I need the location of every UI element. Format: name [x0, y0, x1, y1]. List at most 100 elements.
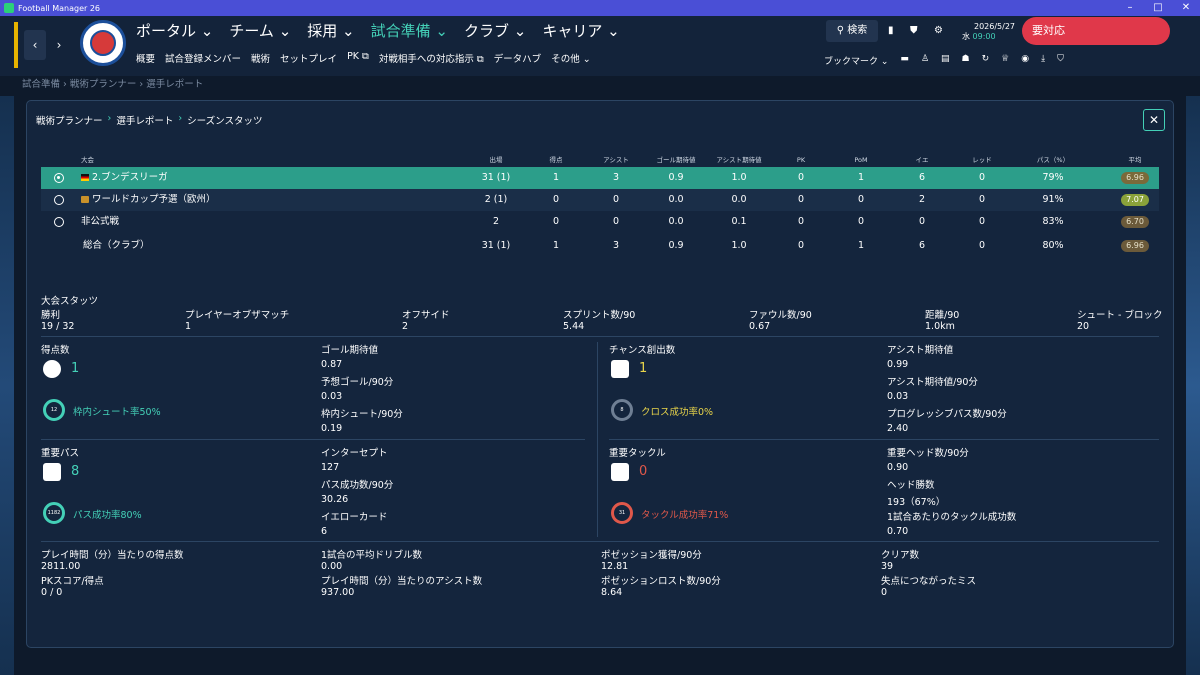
cell-assists: 0: [612, 194, 620, 205]
stat-value: 1: [185, 321, 192, 332]
download-icon[interactable]: ⤓: [1041, 54, 1045, 67]
block-value: 1: [71, 361, 80, 376]
row-radio[interactable]: [54, 173, 64, 183]
action-required-button[interactable]: 要対応: [1022, 17, 1170, 45]
divider: [597, 342, 598, 537]
cell-yellow: 6: [918, 240, 926, 251]
close-window-icon[interactable]: ✕: [1172, 0, 1200, 16]
forward-button[interactable]: ›: [48, 30, 70, 60]
divider: [41, 336, 1159, 337]
stat-value: 2811.00: [41, 561, 81, 572]
subnav-datahub[interactable]: データハブ: [494, 51, 542, 65]
crumb-player-report[interactable]: 選手レポート: [146, 79, 203, 90]
row-radio[interactable]: [54, 217, 64, 227]
bookmark-dropdown[interactable]: ブックマーク ⌄: [824, 54, 888, 67]
maximize-icon[interactable]: □: [1144, 0, 1172, 16]
panel-crumb-season-stats: シーズンスタッツ: [187, 116, 263, 127]
stat-value: 12.81: [601, 561, 629, 572]
competition-name: ワールドカップ予選（欧州）: [81, 189, 216, 211]
table-row[interactable]: 非公式戦 2 0 0 0.0 0.1 0 0 0 0 83% 6.70: [41, 211, 1159, 233]
rate-label: 枠内シュート率50%: [73, 407, 161, 418]
club-crest[interactable]: [80, 20, 126, 66]
table-row[interactable]: ワールドカップ予選（欧州） 2 (1) 0 0 0.0 0.0 0 0 2 0 91% 7.07: [41, 189, 1159, 211]
rate-ring: 1182: [43, 502, 65, 524]
back-button[interactable]: ‹: [24, 30, 46, 60]
cell-yellow: 6: [918, 172, 926, 183]
subnav-setpieces[interactable]: セットプレイ: [280, 51, 337, 65]
table-row[interactable]: 2.ブンデスリーガ 31 (1) 1 3 0.9 1.0 0 1 6 0 79% 6.96: [41, 167, 1159, 189]
window-titlebar: Football Manager 26 – □ ✕: [0, 0, 1200, 16]
shield-icon[interactable]: ⛊: [910, 25, 918, 36]
block-value: 8: [71, 464, 80, 479]
stat-label: アシスト期待値/90分: [887, 377, 978, 388]
subnav-pk[interactable]: PK ⧉: [347, 51, 369, 65]
message-icon[interactable]: ▬: [900, 54, 909, 67]
cell-pom: 0: [857, 194, 865, 205]
subnav-tactics[interactable]: 戦術: [251, 51, 270, 65]
competition-stat: ファウル数/90 0.67: [749, 307, 812, 332]
cell-goals: 0: [552, 194, 560, 205]
block-stat: 枠内シュート/90分 0.19: [321, 406, 403, 434]
shirt-icon[interactable]: ♙: [921, 54, 929, 67]
close-panel-button[interactable]: ✕: [1143, 109, 1165, 131]
divider: [41, 541, 1159, 542]
cell-xg: 0.9: [668, 172, 684, 183]
stat-label: イエローカード: [321, 512, 388, 523]
nav-career[interactable]: キャリア ⌄: [542, 20, 619, 41]
stat-value: 2: [402, 321, 409, 332]
tackle-icon: [611, 463, 629, 481]
germany-flag-icon: [81, 174, 89, 181]
crumb-tactics-planner[interactable]: 戦術プランナー: [70, 79, 137, 90]
bookmark-icon[interactable]: ▮: [888, 25, 894, 36]
date: 2026/5/27: [974, 22, 1016, 31]
nav-team[interactable]: チーム ⌄: [229, 20, 291, 41]
row-radio[interactable]: [54, 195, 64, 205]
subnav-squad[interactable]: 試合登録メンバー: [165, 51, 241, 65]
nav-match-prep[interactable]: 試合準備 ⌄: [371, 20, 448, 41]
average-rating-badge: 6.96: [1121, 172, 1149, 184]
cell-apps: 2 (1): [484, 194, 508, 205]
stat-label: ファウル数/90: [749, 310, 812, 321]
block-stat: パス成功数/90分 30.26: [321, 477, 393, 505]
panel-crumb-tactics[interactable]: 戦術プランナー: [36, 113, 103, 127]
cell-pk: 0: [797, 216, 805, 227]
page-breadcrumb: 試合準備 › 戦術プランナー › 選手レポート: [22, 79, 204, 90]
table-row[interactable]: 総合（クラブ） 31 (1) 1 3 0.9 1.0 0 1 6 0 80% 6.96: [41, 235, 1159, 257]
people-icon[interactable]: ☗: [962, 54, 970, 67]
cell-pass: 83%: [1042, 216, 1064, 227]
cell-xg: 0.9: [668, 240, 684, 251]
app-icon: [4, 3, 14, 13]
nav-club[interactable]: クラブ ⌄: [464, 20, 526, 41]
stat-label: クリア数: [881, 550, 920, 561]
crumb-match-prep[interactable]: 試合準備: [22, 79, 60, 90]
clipboard-icon[interactable]: ▤: [941, 54, 950, 67]
stat-value: 19 / 32: [41, 321, 75, 332]
competition-name: 総合（クラブ）: [83, 235, 150, 257]
stat-label: パス成功数/90分: [321, 480, 394, 491]
stat-label: PKスコア/得点: [41, 576, 104, 587]
competition-stat: プレイヤーオブザマッチ 1: [185, 307, 289, 332]
globe-icon[interactable]: ◉: [1021, 54, 1029, 67]
subnav-overview[interactable]: 概要: [136, 51, 155, 65]
search-button[interactable]: ⚲ 検索: [826, 20, 878, 42]
stat-label: 勝利: [41, 310, 61, 321]
competition-stat: シュート - ブロック 20: [1077, 307, 1162, 332]
block-title: 重要タックル: [609, 448, 666, 459]
stats-table-header: 大会 出場 得点 アシスト ゴール期待値 アシスト期待値 PK PoM イエ レ…: [41, 149, 1159, 164]
block-title: 得点数: [41, 345, 70, 356]
refresh-icon[interactable]: ↻: [982, 54, 990, 67]
subnav-opposition[interactable]: 対戦相手への対応指示 ⧉: [379, 51, 484, 65]
nav-portal[interactable]: ポータル ⌄: [136, 20, 213, 41]
panel-crumb-report[interactable]: 選手レポート: [116, 113, 173, 127]
stat-label: ヘッド勝数: [887, 480, 935, 491]
stat-value: 0.90: [887, 462, 909, 473]
block-stat: 予想ゴール/90分 0.03: [321, 374, 393, 402]
gear-icon[interactable]: ⚙: [934, 25, 943, 36]
trophy-icon[interactable]: ♕: [1001, 54, 1009, 67]
badge-icon[interactable]: ⛉: [1057, 54, 1064, 67]
rate-ring: 31: [611, 502, 633, 524]
bottom-stat: プレイ時間（分）当たりの得点数 2811.00: [41, 547, 184, 572]
nav-recruit[interactable]: 採用 ⌄: [307, 20, 354, 41]
minimize-icon[interactable]: –: [1116, 0, 1144, 16]
subnav-more[interactable]: その他 ⌄: [551, 51, 591, 65]
